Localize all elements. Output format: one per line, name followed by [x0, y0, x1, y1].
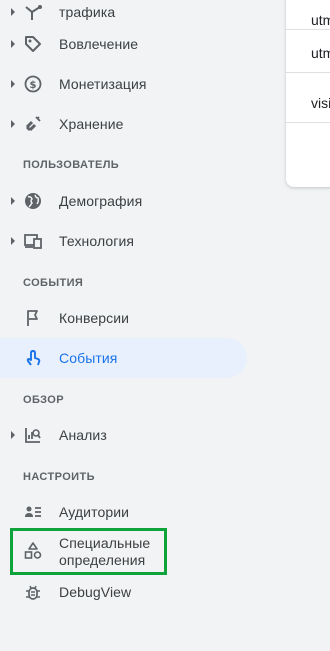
table-cell: visi: [311, 94, 330, 111]
magnet-icon: [24, 115, 42, 133]
sidebar-item-label: Конверсии: [59, 310, 130, 326]
sidebar-item-demography[interactable]: Демография: [0, 181, 247, 221]
audience-list-icon: [24, 503, 42, 521]
data-table-panel: utm utm visi: [286, 0, 330, 187]
sidebar-item-monetization[interactable]: $ Монетизация: [0, 64, 247, 104]
svg-text:$: $: [30, 80, 37, 91]
chevron-right-icon[interactable]: [9, 237, 17, 245]
sidebar-item-audiences[interactable]: Аудитории: [0, 492, 247, 532]
sidebar-item-events[interactable]: События: [0, 338, 247, 378]
sidebar-item-engagement[interactable]: Вовлечение: [0, 24, 247, 64]
section-overview-heading: ОБЗОР: [23, 394, 64, 406]
flag-icon: [24, 309, 42, 327]
sidebar-item-debugview[interactable]: DebugView: [0, 572, 247, 612]
chevron-right-icon[interactable]: [9, 120, 17, 128]
sidebar-item-label: трафика: [59, 4, 116, 20]
sidebar-item-label: Аудитории: [59, 504, 130, 520]
shapes-icon: [24, 542, 42, 560]
sidebar-item-label: Вовлечение: [59, 36, 139, 52]
table-row[interactable]: visi: [286, 83, 330, 123]
sidebar-item-label: DebugView: [59, 584, 132, 600]
sidebar-item-label: Демография: [59, 193, 143, 209]
custom-definitions-line2: определения: [59, 552, 146, 568]
sidebar-item-label: Технология: [59, 233, 135, 249]
dollar-circle-icon: $: [24, 75, 42, 93]
section-events-heading: СОБЫТИЯ: [23, 277, 84, 289]
sidebar-item-label: Специальные определения: [59, 535, 169, 569]
sidebar-item-label: Монетизация: [59, 76, 147, 92]
sidebar-item-label: Анализ: [59, 427, 107, 443]
table-row[interactable]: utm: [286, 33, 330, 73]
bug-icon: [24, 583, 42, 601]
sidebar-nav: трафика Вовлечение $ Монетизация Хранени…: [0, 0, 330, 651]
chevron-right-icon[interactable]: [9, 40, 17, 48]
section-user-heading: ПОЛЬЗОВАТЕЛЬ: [23, 159, 120, 171]
chevron-right-icon[interactable]: [9, 8, 17, 16]
analytics-search-icon: [24, 426, 42, 444]
devices-icon: [24, 232, 42, 250]
sidebar-item-custom-definitions[interactable]: Специальные определения: [0, 531, 247, 571]
table-cell: utm: [311, 44, 330, 61]
table-cell: utm: [311, 11, 330, 28]
custom-definitions-line1: Специальные: [59, 535, 151, 551]
sidebar-item-label: События: [59, 350, 118, 366]
tag-icon: [24, 35, 42, 53]
chevron-right-icon[interactable]: [9, 431, 17, 439]
globe-icon: [24, 192, 42, 210]
section-configure-heading: НАСТРОИТЬ: [23, 471, 95, 483]
traffic-source-icon: [24, 3, 42, 21]
sidebar-item-technology[interactable]: Технология: [0, 221, 247, 261]
sidebar-item-retention[interactable]: Хранение: [0, 104, 247, 144]
touch-icon: [24, 349, 42, 367]
sidebar-item-label: Хранение: [59, 116, 124, 132]
sidebar-item-conversions[interactable]: Конверсии: [0, 298, 247, 338]
chevron-right-icon[interactable]: [9, 197, 17, 205]
sidebar-item-analysis[interactable]: Анализ: [0, 415, 247, 455]
table-row[interactable]: utm: [286, 0, 330, 30]
chevron-right-icon[interactable]: [9, 80, 17, 88]
